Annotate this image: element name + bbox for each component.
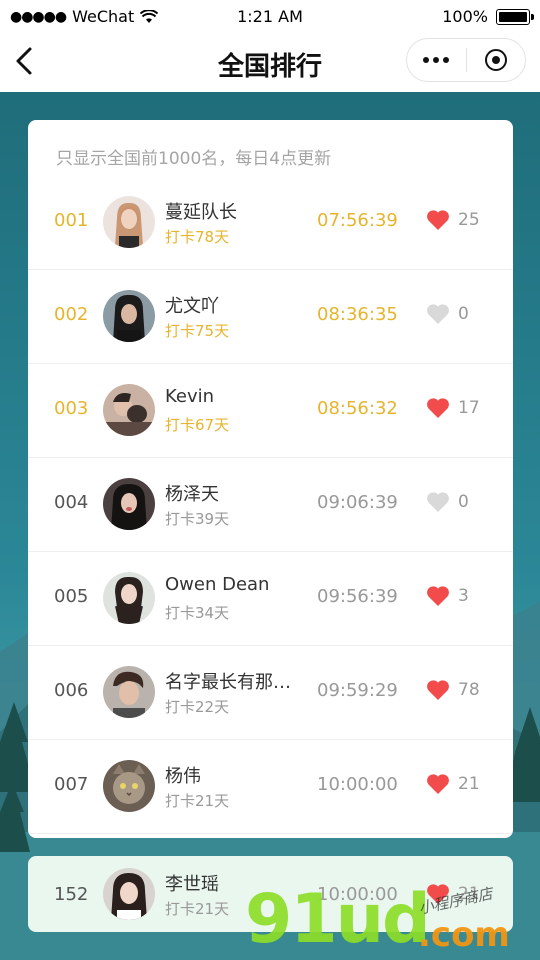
checkin-time: 10:00:00 xyxy=(317,774,398,795)
checkin-days: 打卡21天 xyxy=(165,900,230,918)
checkin-time: 07:56:39 xyxy=(317,210,398,231)
more-icon xyxy=(423,57,450,63)
more-button[interactable] xyxy=(407,39,466,81)
avatar[interactable] xyxy=(103,868,155,920)
heart-icon xyxy=(427,680,449,700)
like-button[interactable]: 78 xyxy=(426,679,480,701)
checkin-days: 打卡75天 xyxy=(165,322,230,340)
rank-row[interactable]: 003 Kevin 打卡67天 08:56:32 17 xyxy=(28,364,513,458)
battery-percent: 100% xyxy=(442,7,488,26)
like-count: 25 xyxy=(458,210,480,230)
like-button[interactable]: 21 xyxy=(426,773,480,795)
like-count: 0 xyxy=(458,492,469,512)
user-name: 名字最长有那… xyxy=(165,672,291,693)
rank-row[interactable]: 005 Owen Dean 打卡34天 09:56:39 3 xyxy=(28,552,513,646)
avatar[interactable] xyxy=(103,666,155,718)
status-bar: ●●●●● WeChat 1:21 AM 100% xyxy=(0,0,540,32)
rank-number: 004 xyxy=(54,492,89,513)
checkin-time: 09:56:39 xyxy=(317,586,398,607)
rank-number: 003 xyxy=(54,398,89,419)
heart-icon xyxy=(427,398,449,418)
avatar[interactable] xyxy=(103,196,155,248)
rank-row[interactable]: 002 尤文吖 打卡75天 08:36:35 0 xyxy=(28,270,513,364)
like-button[interactable]: 17 xyxy=(426,397,480,419)
checkin-days: 打卡67天 xyxy=(165,416,230,434)
avatar[interactable] xyxy=(103,384,155,436)
checkin-time: 08:36:35 xyxy=(317,304,398,325)
checkin-days: 打卡39天 xyxy=(165,510,230,528)
rank-number: 002 xyxy=(54,304,89,325)
like-count: 0 xyxy=(458,304,469,324)
nav-bar: 全国排行 xyxy=(0,32,540,92)
user-name: 尤文吖 xyxy=(165,296,219,317)
checkin-time: 08:56:32 xyxy=(317,398,398,419)
like-count: 3 xyxy=(458,586,469,606)
user-name: 李世瑶 xyxy=(165,874,219,895)
avatar[interactable] xyxy=(103,290,155,342)
user-name: 杨伟 xyxy=(165,766,201,787)
rank-number: 006 xyxy=(54,680,89,701)
like-count: 21 xyxy=(458,774,480,794)
rank-number: 007 xyxy=(54,774,89,795)
battery-icon xyxy=(496,8,534,25)
ranking-notice: 只显示全国前1000名，每日4点更新 xyxy=(56,149,332,169)
ranking-card: 只显示全国前1000名，每日4点更新 001 蔓延队长 打卡78天 07:56:… xyxy=(28,120,513,838)
checkin-days: 打卡22天 xyxy=(165,698,230,716)
rank-number: 152 xyxy=(54,884,89,905)
rank-number: 005 xyxy=(54,586,89,607)
target-icon xyxy=(484,49,507,71)
checkin-time: 09:06:39 xyxy=(317,492,398,513)
watermark-logo: 91ud xyxy=(245,880,431,959)
checkin-days: 打卡21天 xyxy=(165,792,230,810)
checkin-time: 09:59:29 xyxy=(317,680,398,701)
heart-icon xyxy=(427,586,449,606)
like-button[interactable]: 3 xyxy=(426,585,469,607)
user-name: 杨泽天 xyxy=(165,484,219,505)
rank-list: 001 蔓延队长 打卡78天 07:56:39 25 002 尤文吖 打卡75天… xyxy=(28,176,513,834)
like-count: 17 xyxy=(458,398,480,418)
heart-icon xyxy=(427,210,449,230)
like-button[interactable]: 0 xyxy=(426,491,469,513)
watermark-domain: .com xyxy=(418,915,510,955)
rank-row[interactable]: 007 杨伟 打卡21天 10:00:00 21 xyxy=(28,740,513,834)
rank-row[interactable]: 006 名字最长有那… 打卡22天 09:59:29 78 xyxy=(28,646,513,740)
heart-icon xyxy=(427,492,449,512)
like-button[interactable]: 25 xyxy=(426,209,480,231)
rank-row[interactable]: 004 杨泽天 打卡39天 09:06:39 0 xyxy=(28,458,513,552)
close-mini-program-button[interactable] xyxy=(467,39,526,81)
user-name: 蔓延队长 xyxy=(165,202,237,223)
avatar[interactable] xyxy=(103,572,155,624)
avatar[interactable] xyxy=(103,478,155,530)
user-name: Owen Dean xyxy=(165,574,270,595)
like-count: 78 xyxy=(458,680,480,700)
mini-program-capsule xyxy=(406,38,526,82)
heart-icon xyxy=(427,774,449,794)
checkin-days: 打卡34天 xyxy=(165,604,230,622)
rank-number: 001 xyxy=(54,210,89,231)
heart-icon xyxy=(427,304,449,324)
rank-row[interactable]: 001 蔓延队长 打卡78天 07:56:39 25 xyxy=(28,176,513,270)
checkin-days: 打卡78天 xyxy=(165,228,230,246)
like-button[interactable]: 0 xyxy=(426,303,469,325)
avatar[interactable] xyxy=(103,760,155,812)
user-name: Kevin xyxy=(165,386,215,407)
